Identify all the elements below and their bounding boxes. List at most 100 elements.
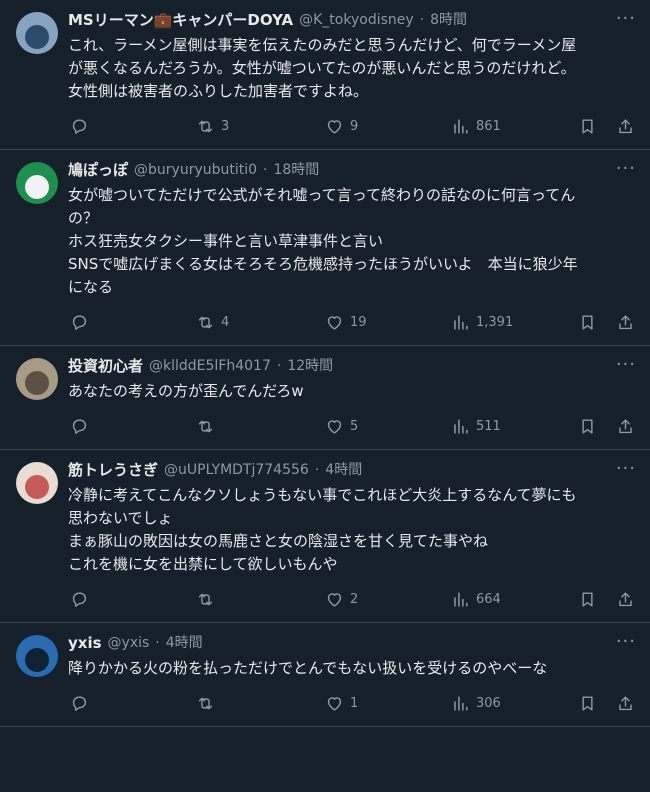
share-button[interactable] xyxy=(616,694,635,713)
display-name[interactable]: 投資初心者 xyxy=(68,356,143,376)
tweet-content: 投資初心者 @kllddE5lFh4017 · 12時間 あなたの考えの方が歪ん… xyxy=(68,356,602,403)
views-button[interactable]: 511 xyxy=(451,417,501,436)
handle[interactable]: @K_tokyodisney xyxy=(299,10,414,30)
like-count: 2 xyxy=(350,591,359,607)
like-count: 5 xyxy=(350,418,359,434)
avatar[interactable] xyxy=(16,162,58,204)
share-icon xyxy=(619,314,632,329)
views-button[interactable]: 861 xyxy=(451,117,501,136)
timestamp[interactable]: 8時間 xyxy=(430,10,467,30)
retweet-icon xyxy=(198,316,213,328)
tweet-actions: 4 19 1,391 xyxy=(68,299,636,345)
tweet[interactable]: ··· MSリーマン💼キャンパーDOYA @K_tokyodisney · 8時… xyxy=(0,0,650,150)
views-count: 511 xyxy=(476,418,501,434)
more-icon[interactable]: ··· xyxy=(616,633,636,651)
retweet-button[interactable]: 4 xyxy=(196,313,229,332)
reply-button[interactable] xyxy=(70,313,95,332)
like-count: 1 xyxy=(350,695,359,711)
avatar[interactable] xyxy=(16,635,58,677)
views-chart-icon xyxy=(454,314,468,330)
bookmark-button[interactable] xyxy=(578,117,597,136)
timestamp[interactable]: 12時間 xyxy=(287,356,333,376)
dot-separator: · xyxy=(276,358,282,374)
reply-button[interactable] xyxy=(70,590,95,609)
like-button[interactable]: 2 xyxy=(325,590,358,609)
heart-icon xyxy=(327,696,342,711)
dot-separator: · xyxy=(155,635,160,651)
avatar-image xyxy=(16,635,58,677)
bookmark-icon xyxy=(582,695,593,711)
avatar-image xyxy=(16,358,58,400)
reply-button[interactable] xyxy=(70,417,95,436)
handle[interactable]: @buryuryubutiti0 xyxy=(134,160,257,180)
dot-separator: · xyxy=(419,12,425,28)
share-icon xyxy=(619,695,632,710)
avatar[interactable] xyxy=(16,462,58,504)
display-name[interactable]: 筋トレうさぎ xyxy=(68,460,158,480)
bookmark-icon xyxy=(582,314,593,330)
tweet[interactable]: ··· 筋トレうさぎ @uUPLYMDTj774556 · 4時間 冷静に考えて… xyxy=(0,450,650,623)
share-button[interactable] xyxy=(616,417,635,436)
tweet-header: 投資初心者 @kllddE5lFh4017 · 12時間 xyxy=(68,356,602,376)
tweet[interactable]: ··· yxis @yxis · 4時間 降りかかる火の粉を払っただけでとんでも… xyxy=(0,623,650,727)
bookmark-button[interactable] xyxy=(578,417,597,436)
display-name[interactable]: yxis xyxy=(68,633,102,653)
handle[interactable]: @yxis xyxy=(108,633,150,653)
views-chart-icon xyxy=(454,418,468,434)
more-icon[interactable]: ··· xyxy=(616,10,636,28)
views-button[interactable]: 306 xyxy=(451,694,501,713)
bookmark-button[interactable] xyxy=(578,694,597,713)
avatar[interactable] xyxy=(16,358,58,400)
display-name[interactable]: MSリーマン💼キャンパーDOYA xyxy=(68,10,293,30)
retweet-button[interactable] xyxy=(196,590,221,609)
tweet[interactable]: ··· 鳩ぽっぽ @buryuryubutiti0 · 18時間 女が嘘ついてた… xyxy=(0,150,650,346)
heart-icon xyxy=(327,592,342,607)
like-button[interactable]: 1 xyxy=(325,694,358,713)
tweet-text: 降りかかる火の粉を払っただけでとんでもない扱いを受けるのやべーな xyxy=(68,659,548,677)
more-icon[interactable]: ··· xyxy=(616,160,636,178)
like-button[interactable]: 9 xyxy=(325,117,358,136)
share-button[interactable] xyxy=(616,117,635,136)
like-button[interactable]: 19 xyxy=(325,313,367,332)
retweet-button[interactable] xyxy=(196,417,221,436)
more-icon[interactable]: ··· xyxy=(616,460,636,478)
share-button[interactable] xyxy=(616,313,635,332)
bookmark-button[interactable] xyxy=(578,313,597,332)
display-name[interactable]: 鳩ぽっぽ xyxy=(68,160,128,180)
dot-separator: · xyxy=(314,462,320,478)
like-button[interactable]: 5 xyxy=(325,417,358,436)
heart-icon xyxy=(327,419,342,434)
tweet[interactable]: ··· 投資初心者 @kllddE5lFh4017 · 12時間 あなたの考えの… xyxy=(0,346,650,450)
tweet-content: yxis @yxis · 4時間 降りかかる火の粉を払っただけでとんでもない扱い… xyxy=(68,633,602,680)
more-icon[interactable]: ··· xyxy=(616,356,636,374)
tweet-header: yxis @yxis · 4時間 xyxy=(68,633,602,653)
views-count: 306 xyxy=(476,695,501,711)
reply-button[interactable] xyxy=(70,694,95,713)
like-count: 9 xyxy=(350,118,359,134)
reply-icon xyxy=(72,314,87,330)
views-button[interactable]: 664 xyxy=(451,590,501,609)
tweet-text: 女が嘘ついてただけで公式がそれ嘘って言って終わりの話なのに何言ってん の？ ホス… xyxy=(68,186,578,296)
handle[interactable]: @kllddE5lFh4017 xyxy=(149,356,271,376)
like-count: 19 xyxy=(350,314,367,330)
retweet-icon xyxy=(198,420,213,432)
share-icon xyxy=(619,418,632,433)
avatar-image xyxy=(16,12,58,54)
timestamp[interactable]: 4時間 xyxy=(325,460,362,480)
handle[interactable]: @uUPLYMDTj774556 xyxy=(164,460,309,480)
avatar[interactable] xyxy=(16,12,58,54)
retweet-button[interactable]: 3 xyxy=(196,117,229,136)
retweet-count: 4 xyxy=(221,314,230,330)
share-button[interactable] xyxy=(616,590,635,609)
timestamp[interactable]: 4時間 xyxy=(166,633,203,653)
views-button[interactable]: 1,391 xyxy=(451,313,513,332)
tweet-text: あなたの考えの方が歪んでんだろw xyxy=(68,382,304,400)
bookmark-button[interactable] xyxy=(578,590,597,609)
tweet-actions: 1 306 xyxy=(68,680,636,726)
views-count: 664 xyxy=(476,591,501,607)
reply-button[interactable] xyxy=(70,117,95,136)
retweet-count: 3 xyxy=(221,118,230,134)
retweet-button[interactable] xyxy=(196,694,221,713)
timestamp[interactable]: 18時間 xyxy=(273,160,319,180)
tweet-content: 筋トレうさぎ @uUPLYMDTj774556 · 4時間 冷静に考えてこんなク… xyxy=(68,460,602,576)
